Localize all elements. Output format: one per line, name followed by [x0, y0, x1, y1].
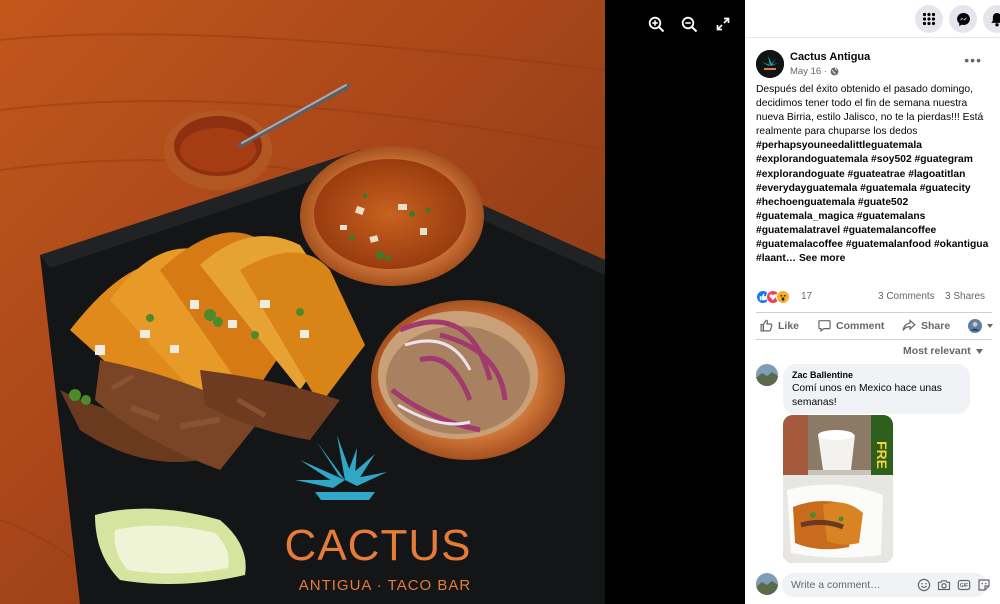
fullscreen-icon[interactable]: [712, 13, 734, 35]
page-name[interactable]: Cactus Antigua: [790, 51, 870, 63]
commenter-avatar[interactable]: [756, 364, 778, 386]
comments-count[interactable]: 3 Comments: [878, 291, 935, 302]
photo-viewer: CACTUS ANTIGUA · TACO BAR: [0, 0, 745, 604]
sticker-icon[interactable]: [977, 578, 991, 592]
menu-grid-icon[interactable]: [915, 5, 943, 33]
share-button[interactable]: Share: [902, 319, 950, 332]
like-icon: [760, 319, 773, 332]
comment-composer: GIF: [756, 573, 996, 597]
zoom-out-icon[interactable]: [678, 13, 700, 35]
reaction-count[interactable]: 17: [801, 291, 812, 302]
comment-label: Comment: [836, 319, 885, 332]
post-photo[interactable]: CACTUS ANTIGUA · TACO BAR: [0, 0, 605, 604]
sort-label: Most relevant: [903, 345, 971, 357]
post-hashtags[interactable]: #perhapsyouneedalittleguatemala #explora…: [756, 140, 988, 264]
post-text: Después del éxito obtenido el pasado dom…: [756, 83, 996, 266]
emoji-icon[interactable]: [917, 578, 931, 592]
wow-reaction-icon: [776, 290, 790, 304]
birria-tacos-photo: CACTUS ANTIGUA · TACO BAR: [0, 0, 605, 604]
post-header: Cactus Antigua May 16 · •••: [756, 50, 996, 82]
notifications-icon[interactable]: [983, 5, 1000, 33]
messenger-icon[interactable]: [949, 5, 977, 33]
comment-button[interactable]: Comment: [818, 319, 884, 332]
svg-text:ANTIGUA · TACO BAR: ANTIGUA · TACO BAR: [299, 577, 471, 594]
chevron-down-icon: [975, 348, 983, 354]
top-bar: [745, 0, 1000, 38]
svg-text:CACTUS: CACTUS: [285, 521, 472, 570]
like-label: Like: [778, 319, 800, 332]
post-as-selector[interactable]: [968, 319, 993, 333]
post-panel: Cactus Antigua May 16 · ••• Después del …: [745, 0, 1000, 604]
comment-icon: [818, 320, 831, 332]
comment-bubble: Zac Ballentine Comí unos en Mexico hace …: [783, 364, 970, 414]
post-meta: May 16 ·: [790, 66, 839, 77]
page-avatar[interactable]: [756, 50, 784, 78]
camera-icon[interactable]: [937, 578, 951, 592]
more-options-icon[interactable]: •••: [964, 52, 982, 68]
comment-sort-dropdown[interactable]: Most relevant: [903, 345, 983, 357]
post-caption: Después del éxito obtenido el pasado dom…: [756, 84, 984, 138]
svg-text:FRE: FRE: [874, 441, 890, 469]
chevron-down-icon: [987, 324, 993, 328]
post-stats: 17 3 Comments 3 Shares: [756, 289, 989, 305]
post-date[interactable]: May 16 ·: [790, 66, 827, 77]
see-more-link[interactable]: See more: [799, 253, 845, 264]
zoom-in-icon[interactable]: [645, 13, 667, 35]
comment-text: Comí unos en Mexico hace unas semanas!: [792, 383, 942, 408]
svg-text:GIF: GIF: [960, 583, 968, 589]
profile-avatar-icon: [968, 319, 982, 333]
comment-author[interactable]: Zac Ballentine: [792, 370, 961, 380]
gif-icon[interactable]: GIF: [957, 578, 971, 592]
share-label: Share: [921, 319, 951, 332]
comment-photo[interactable]: FRE: [783, 415, 893, 563]
current-user-avatar[interactable]: [756, 573, 778, 595]
reaction-icons[interactable]: [756, 290, 790, 304]
like-button[interactable]: Like: [760, 319, 799, 332]
shares-count[interactable]: 3 Shares: [945, 291, 985, 302]
post-actions: Like Comment Share: [756, 312, 993, 340]
globe-icon: [830, 67, 839, 76]
share-icon: [902, 319, 916, 331]
